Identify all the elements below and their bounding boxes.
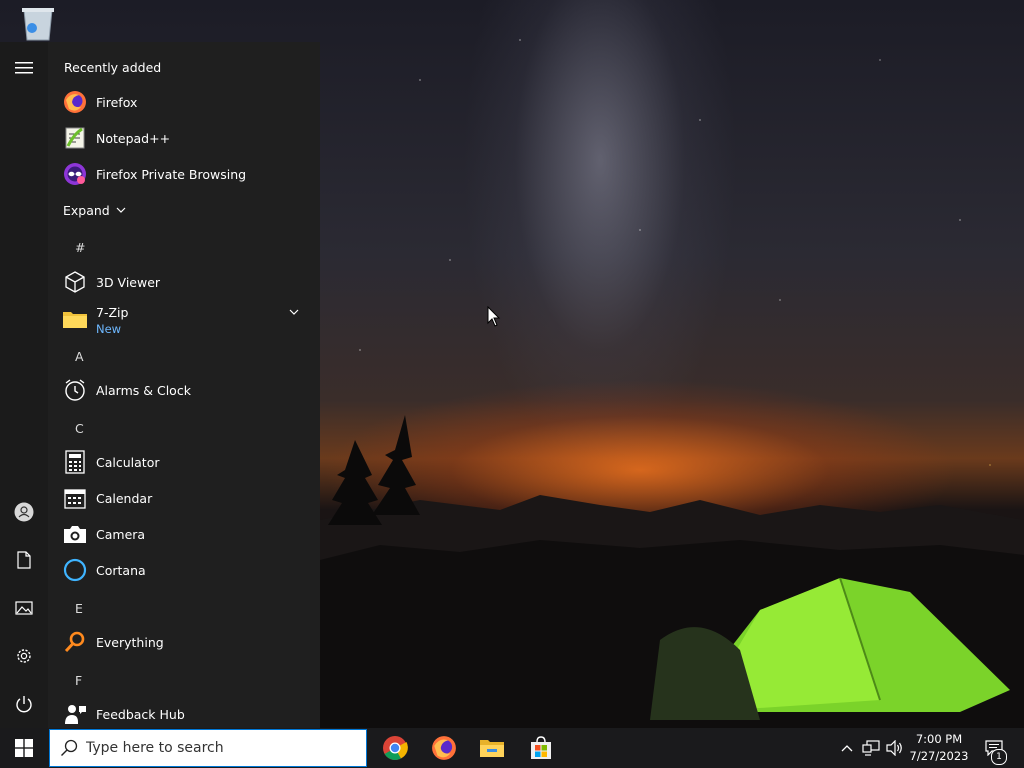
app-item-firefox-private[interactable]: Firefox Private Browsing <box>48 156 320 192</box>
start-menu: Recently added Firefox Notepad++ Firefox… <box>0 42 320 728</box>
app-item-calendar[interactable]: Calendar <box>48 480 320 516</box>
taskbar-app-file-explorer[interactable] <box>468 728 516 768</box>
file-explorer-icon <box>480 740 504 757</box>
clock-time: 7:00 PM <box>915 732 963 746</box>
expand-button[interactable]: Expand <box>48 192 320 228</box>
hamburger-menu-button[interactable] <box>0 46 48 90</box>
firefox-icon <box>62 89 88 115</box>
network-icon <box>862 740 880 756</box>
app-label: Feedback Hub <box>96 706 185 722</box>
mouse-cursor-icon <box>487 305 501 332</box>
gear-icon <box>17 649 31 663</box>
chevron-up-icon <box>841 745 853 752</box>
app-item-calculator[interactable]: Calculator <box>48 444 320 480</box>
camera-icon <box>62 521 88 547</box>
clock-date: 7/27/2023 <box>909 749 969 763</box>
section-header-a[interactable]: A <box>75 349 84 364</box>
app-label: Calculator <box>96 454 160 470</box>
app-label: Alarms & Clock <box>96 382 191 398</box>
power-button[interactable] <box>0 682 48 726</box>
power-icon <box>16 696 32 713</box>
chevron-down-icon <box>116 207 126 213</box>
microsoft-store-icon <box>531 736 551 759</box>
taskbar: 7:00 PM 7/27/2023 1 <box>0 728 1024 768</box>
app-label: 7-Zip <box>96 305 129 320</box>
app-item-firefox[interactable]: Firefox <box>48 84 320 120</box>
feedback-hub-icon <box>62 701 88 727</box>
volume-button[interactable] <box>885 738 905 758</box>
recently-added-heading: Recently added <box>64 60 162 75</box>
section-header-hash[interactable]: # <box>75 240 85 255</box>
chevron-down-icon[interactable] <box>289 308 299 316</box>
app-label: Calendar <box>96 490 153 506</box>
section-header-f[interactable]: F <box>75 673 82 688</box>
settings-button[interactable] <box>0 634 48 678</box>
folder-icon <box>62 306 88 332</box>
expand-label: Expand <box>63 202 110 218</box>
pictures-button[interactable] <box>0 586 48 630</box>
hamburger-icon <box>15 62 33 74</box>
firefox-icon <box>432 736 456 760</box>
clock[interactable]: 7:00 PM 7/27/2023 <box>904 731 974 765</box>
app-item-camera[interactable]: Camera <box>48 516 320 552</box>
everything-search-icon <box>62 629 88 655</box>
speaker-icon <box>886 740 902 756</box>
app-item-3d-viewer[interactable]: 3D Viewer <box>48 264 320 300</box>
app-item-everything[interactable]: Everything <box>48 624 320 660</box>
firefox-private-icon <box>62 161 88 187</box>
section-header-e[interactable]: E <box>75 601 83 616</box>
app-label: Cortana <box>96 562 146 578</box>
section-header-c[interactable]: C <box>75 421 84 436</box>
search-icon <box>61 739 78 756</box>
calculator-icon <box>62 449 88 475</box>
app-label: Camera <box>96 526 146 542</box>
document-icon <box>17 551 31 569</box>
network-status-button[interactable] <box>861 738 881 758</box>
app-label: Everything <box>96 634 164 650</box>
picture-icon <box>15 601 33 615</box>
windows-logo-icon <box>15 739 33 757</box>
app-label: Firefox <box>96 94 138 110</box>
user-icon <box>14 502 34 522</box>
new-badge: New <box>96 322 122 336</box>
notepadpp-icon <box>62 125 88 151</box>
app-label: Notepad++ <box>96 130 171 146</box>
app-list[interactable]: Recently added Firefox Notepad++ Firefox… <box>48 42 320 728</box>
search-input[interactable] <box>84 739 348 757</box>
start-button[interactable] <box>0 728 48 768</box>
app-item-notepadpp[interactable]: Notepad++ <box>48 120 320 156</box>
chrome-icon <box>383 736 408 761</box>
cube-icon <box>62 269 88 295</box>
notification-count-badge: 1 <box>991 749 1007 765</box>
search-box[interactable] <box>49 729 367 767</box>
taskbar-app-microsoft-store[interactable] <box>517 728 565 768</box>
app-item-alarms-clock[interactable]: Alarms & Clock <box>48 372 320 408</box>
app-item-feedback-hub[interactable]: Feedback Hub <box>48 696 320 728</box>
documents-button[interactable] <box>0 538 48 582</box>
recycle-bin-icon[interactable] <box>18 6 58 42</box>
taskbar-app-chrome[interactable] <box>371 728 419 768</box>
calendar-icon <box>62 485 88 511</box>
start-menu-rail <box>0 42 48 728</box>
app-label: Firefox Private Browsing <box>96 166 247 182</box>
cortana-icon <box>62 557 88 583</box>
alarm-clock-icon <box>62 377 88 403</box>
app-label: 3D Viewer <box>96 274 161 290</box>
app-item-7zip[interactable]: 7-Zip New <box>48 298 320 340</box>
show-hidden-icons-button[interactable] <box>837 738 857 758</box>
app-item-cortana[interactable]: Cortana <box>48 552 320 588</box>
taskbar-app-firefox[interactable] <box>420 728 468 768</box>
account-button[interactable] <box>0 490 48 534</box>
